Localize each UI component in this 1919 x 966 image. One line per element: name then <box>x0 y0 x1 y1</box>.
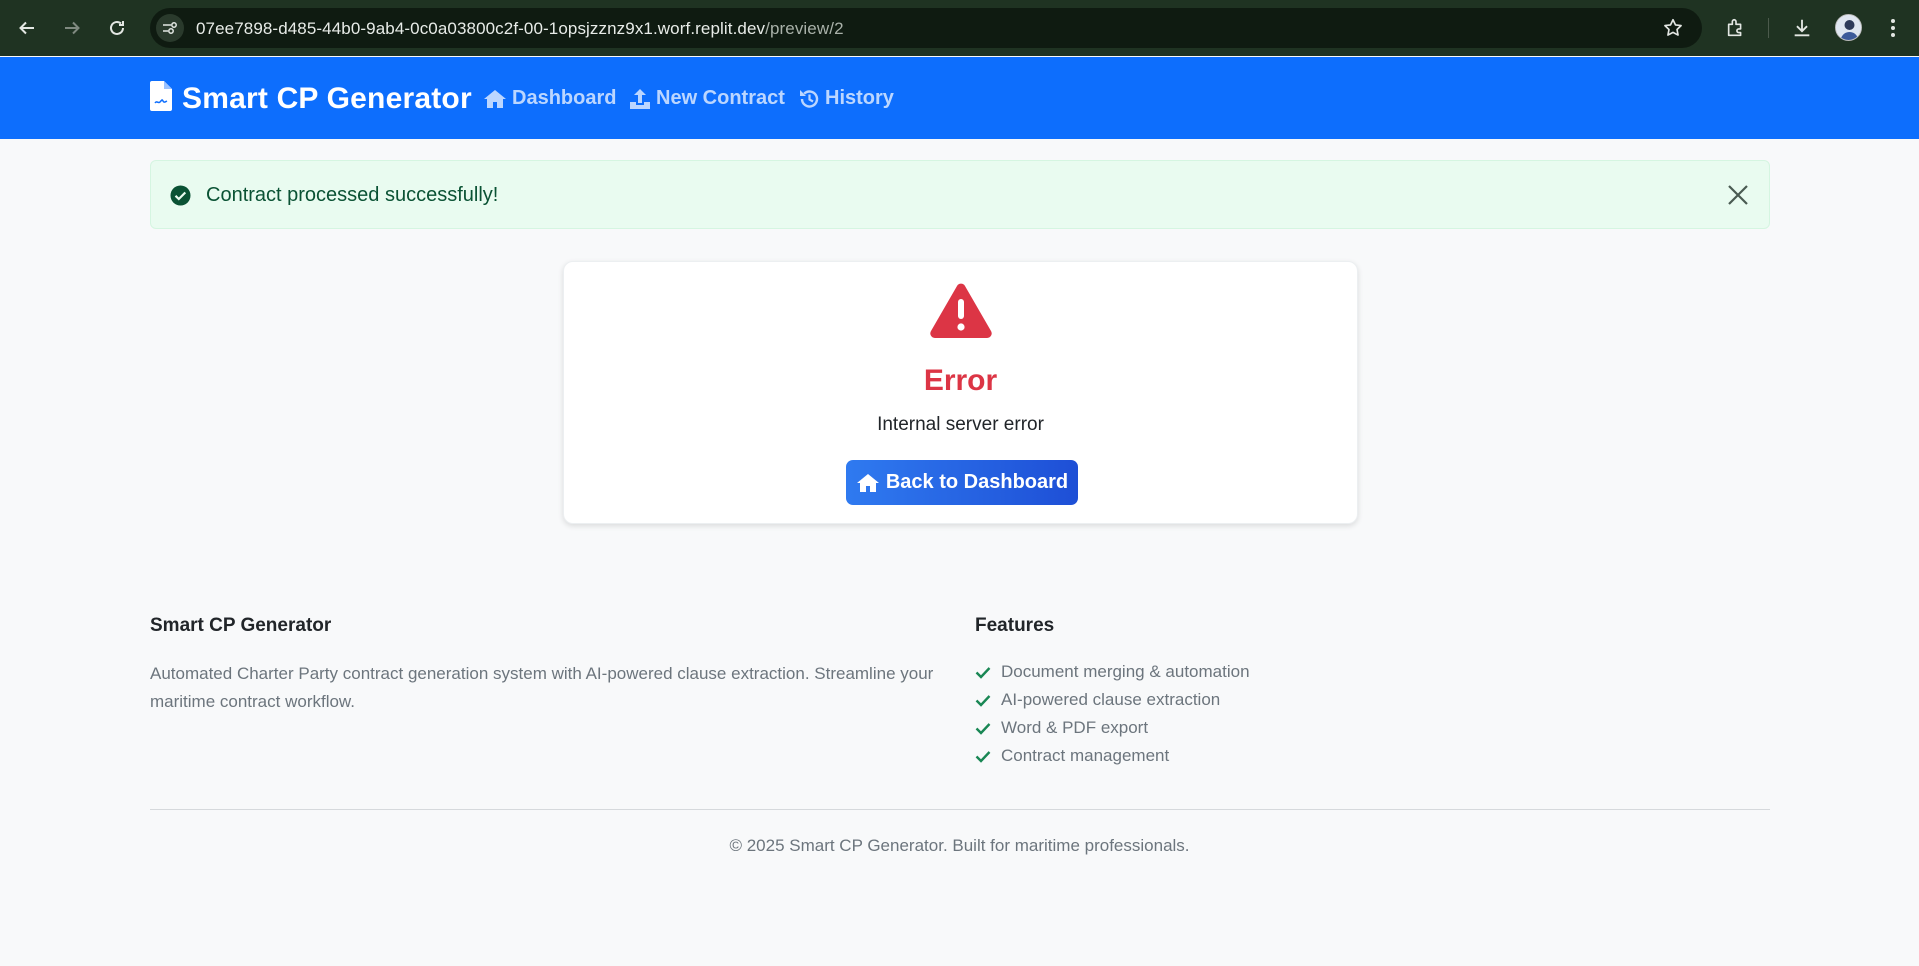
check-icon <box>975 750 991 763</box>
feature-item: Word & PDF export <box>975 714 1250 742</box>
nav-history-label: History <box>825 87 894 109</box>
footer-features-title: Features <box>975 615 1055 636</box>
brand-link[interactable]: Smart CP Generator <box>150 81 472 116</box>
back-to-dashboard-button[interactable]: Back to Dashboard <box>846 460 1078 505</box>
home-icon <box>484 89 506 108</box>
footer-about-text: Automated Charter Party contract generat… <box>150 664 934 711</box>
check-icon <box>975 694 991 707</box>
feature-item: Contract management <box>975 742 1250 770</box>
warning-triangle-icon <box>930 283 992 344</box>
url-text[interactable]: 07ee7898-d485-44b0-9ab4-0c0a03800c2f-00-… <box>196 19 844 39</box>
nav-dashboard[interactable]: Dashboard <box>483 87 616 110</box>
extensions-icon[interactable] <box>1722 14 1750 42</box>
history-icon <box>800 89 819 108</box>
copyright-text: © 2025 Smart CP Generator. Built for mar… <box>729 836 1190 855</box>
app-navbar: Smart CP Generator Dashboard New Contrac… <box>0 57 1919 139</box>
contract-file-icon <box>150 81 172 116</box>
alert-message: Contract processed successfully! <box>206 184 499 206</box>
home-icon <box>856 473 879 492</box>
nav-new-contract-label: New Contract <box>656 87 785 109</box>
success-alert: Contract processed successfully! <box>150 160 1770 229</box>
forward-arrow-icon[interactable] <box>58 14 86 42</box>
upload-icon <box>630 88 650 109</box>
error-card: Error Internal server error Back to Dash… <box>563 261 1358 524</box>
address-bar[interactable]: 07ee7898-d485-44b0-9ab4-0c0a03800c2f-00-… <box>150 8 1702 48</box>
browser-toolbar: 07ee7898-d485-44b0-9ab4-0c0a03800c2f-00-… <box>0 0 1919 56</box>
back-button-label: Back to Dashboard <box>885 471 1069 493</box>
bookmark-star-icon[interactable] <box>1662 17 1684 44</box>
feature-item: AI-powered clause extraction <box>975 686 1250 714</box>
site-info-icon[interactable] <box>156 14 184 42</box>
error-message: Internal server error <box>877 414 1044 435</box>
check-icon <box>975 666 991 679</box>
check-icon <box>975 722 991 735</box>
brand-title: Smart CP Generator <box>182 81 472 115</box>
download-icon[interactable] <box>1788 14 1816 42</box>
toolbar-divider <box>1768 18 1769 38</box>
back-arrow-icon[interactable] <box>13 14 41 42</box>
footer-divider <box>150 809 1770 810</box>
error-title: Error <box>923 364 998 397</box>
feature-item: Document merging & automation <box>975 658 1250 686</box>
reload-icon[interactable] <box>103 14 131 42</box>
profile-avatar[interactable] <box>1835 14 1862 41</box>
features-list: Document merging & automation AI-powered… <box>975 658 1250 770</box>
close-icon[interactable] <box>1725 182 1751 208</box>
nav-history[interactable]: History <box>798 87 894 110</box>
kebab-menu-icon[interactable] <box>1879 14 1907 42</box>
check-circle-icon <box>170 185 191 211</box>
nav-new-contract[interactable]: New Contract <box>629 87 785 110</box>
footer-about-title: Smart CP Generator <box>150 615 332 636</box>
nav-dashboard-label: Dashboard <box>512 87 617 109</box>
